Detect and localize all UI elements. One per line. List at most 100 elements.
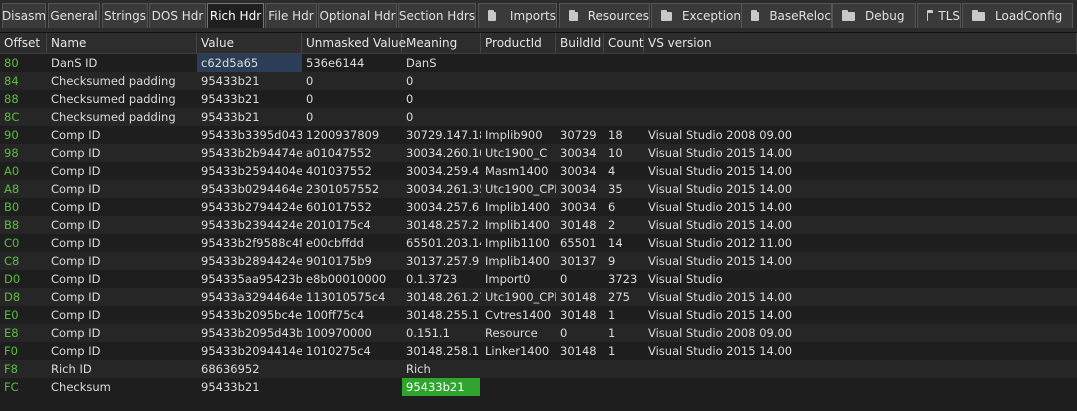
tab-rich-hdr[interactable]: Rich Hdr bbox=[207, 3, 264, 28]
cell-name: Comp ID bbox=[51, 308, 101, 322]
cell-count: 1 bbox=[608, 308, 616, 322]
cell-count: 1 bbox=[608, 344, 616, 358]
cell-value: 95433b2594404e73 bbox=[201, 164, 302, 178]
table-row[interactable]: FC Checksum 95433b21 95433b21 bbox=[0, 378, 1077, 396]
tab-loadconfig[interactable]: LoadConfig bbox=[962, 3, 1073, 28]
cell-vs-version: Visual Studio 2008 09.00 bbox=[648, 128, 793, 142]
column-header-unmasked-value[interactable]: Unmasked Value bbox=[302, 33, 406, 53]
cell-count: 6 bbox=[608, 200, 616, 214]
cell-productid: Utc1900_C bbox=[485, 146, 548, 160]
cell-offset: 84 bbox=[4, 74, 19, 88]
cell-unmasked-value: 401037552 bbox=[306, 164, 372, 178]
table-row[interactable]: B8 Comp ID 95433b2394424ee5 2010175c4 30148.… bbox=[0, 216, 1077, 234]
table-header: Offset Name Value Unmasked Value Meaning Prod… bbox=[0, 33, 1077, 54]
cell-count: 2 bbox=[608, 218, 616, 232]
cell-vs-version: Visual Studio 2015 14.00 bbox=[648, 146, 793, 160]
table-row[interactable]: 80 DanS ID c62d5a65 536e6144 DanS bbox=[0, 54, 1077, 72]
cell-meaning: 30148.257.2 bbox=[406, 218, 480, 232]
column-header-count[interactable]: Count bbox=[604, 33, 644, 53]
tab-label: TLS bbox=[938, 9, 960, 23]
table-row[interactable]: F8 Rich ID 68636952 Rich bbox=[0, 360, 1077, 378]
cell-count: 14 bbox=[608, 236, 623, 250]
table-row[interactable]: E8 Comp ID 95433b2095d43b21 100970000 0.151.… bbox=[0, 324, 1077, 342]
cell-value: c62d5a65 bbox=[197, 54, 302, 72]
column-header-meaning[interactable]: Meaning bbox=[402, 33, 481, 53]
cell-buildid: 0 bbox=[560, 272, 568, 286]
table-row[interactable]: 84 Checksumed padding 95433b21 0 0 bbox=[0, 72, 1077, 90]
tab-general[interactable]: General bbox=[48, 3, 100, 28]
cell-productid bbox=[481, 360, 556, 378]
tab-dos-hdr[interactable]: DOS Hdr bbox=[149, 3, 206, 28]
cell-meaning: 30148.258.1 bbox=[406, 344, 480, 358]
tab-exception[interactable]: Exception bbox=[651, 3, 742, 28]
cell-meaning: 65501.203.14 bbox=[406, 236, 481, 250]
cell-offset: 98 bbox=[4, 146, 19, 160]
cell-buildid bbox=[556, 360, 604, 378]
cell-productid: Linker1400 bbox=[485, 344, 550, 358]
table-row[interactable]: 88 Checksumed padding 95433b21 0 0 bbox=[0, 90, 1077, 108]
cell-offset: E0 bbox=[4, 308, 19, 322]
cell-count bbox=[604, 54, 644, 72]
cell-name: Comp ID bbox=[51, 344, 101, 358]
tab-label: Resources bbox=[587, 9, 649, 23]
column-header-offset[interactable]: Offset bbox=[0, 33, 47, 53]
cell-value: 95433b2794424e73 bbox=[201, 200, 302, 214]
cell-buildid: 30148 bbox=[560, 290, 597, 304]
table-row[interactable]: C8 Comp ID 95433b2894424e98 9010175b9 30137.… bbox=[0, 252, 1077, 270]
cell-offset: B8 bbox=[4, 218, 20, 232]
tab-basereloc[interactable]: BaseReloc bbox=[741, 3, 832, 28]
cell-value: 95433b21 bbox=[201, 110, 260, 124]
cell-offset: C8 bbox=[4, 254, 20, 268]
cell-unmasked-value: 1010275c4 bbox=[306, 344, 371, 358]
cell-offset: F8 bbox=[4, 362, 18, 376]
table-row[interactable]: B0 Comp ID 95433b2794424e73 601017552 30034.… bbox=[0, 198, 1077, 216]
cell-value: 95433b21 bbox=[201, 92, 260, 106]
cell-offset: D0 bbox=[4, 272, 21, 286]
cell-productid: Resource bbox=[485, 326, 538, 340]
cell-productid bbox=[481, 378, 556, 396]
table-row[interactable]: 98 Comp ID 95433b2b94474e73 a01047552 30034.… bbox=[0, 144, 1077, 162]
table-row[interactable]: C0 Comp ID 95433b2f9588c4fc e00cbffdd 65501.… bbox=[0, 234, 1077, 252]
table-row[interactable]: F0 Comp ID 95433b2094414ee5 1010275c4 30148.… bbox=[0, 342, 1077, 360]
column-header-name[interactable]: Name bbox=[47, 33, 197, 53]
column-header-vs-version[interactable]: VS version bbox=[644, 33, 1077, 53]
column-header-buildid[interactable]: BuildId bbox=[556, 33, 604, 53]
table-row[interactable]: 8C Checksumed padding 95433b21 0 0 bbox=[0, 108, 1077, 126]
cell-value: 95433b2394424ee5 bbox=[201, 218, 302, 232]
cell-count: 10 bbox=[608, 146, 623, 160]
tab-optional-hdr[interactable]: Optional Hdr bbox=[318, 3, 397, 28]
tab-strings[interactable]: Strings bbox=[102, 3, 148, 28]
column-header-productid[interactable]: ProductId bbox=[481, 33, 556, 53]
cell-vs-version bbox=[644, 72, 1077, 90]
cell-buildid bbox=[556, 54, 604, 72]
cell-unmasked-value: 100ff75c4 bbox=[306, 308, 365, 322]
cell-count bbox=[604, 72, 644, 90]
table-row[interactable]: E0 Comp ID 95433b2095bc4ee5 100ff75c4 30148.… bbox=[0, 306, 1077, 324]
cell-unmasked-value: 1200937809 bbox=[306, 128, 380, 142]
column-header-value[interactable]: Value bbox=[197, 33, 302, 53]
cell-value: 95433b21 bbox=[201, 380, 260, 394]
table-row[interactable]: 90 Comp ID 95433b3395d04328 1200937809 30729… bbox=[0, 126, 1077, 144]
tab-label: Optional Hdr bbox=[319, 9, 396, 23]
table-row[interactable]: A8 Comp ID 95433b0294464e73 2301057552 30034… bbox=[0, 180, 1077, 198]
tab-debug[interactable]: Debug bbox=[832, 3, 916, 28]
cell-offset: E8 bbox=[4, 326, 19, 340]
tab-resources[interactable]: Resources bbox=[559, 3, 650, 28]
cell-productid bbox=[481, 108, 556, 126]
cell-value: 95433b2f9588c4fc bbox=[201, 236, 302, 250]
cell-meaning: 0.1.3723 bbox=[406, 272, 458, 286]
tab-tls[interactable]: TLS bbox=[917, 3, 961, 28]
cell-offset: B0 bbox=[4, 200, 20, 214]
cell-vs-version bbox=[644, 360, 1077, 378]
cell-productid: Utc1900_CPP bbox=[485, 290, 556, 304]
table-row[interactable]: D8 Comp ID 95433a3294464ee5 113010575c4 3014… bbox=[0, 288, 1077, 306]
tab-disasm[interactable]: Disasm bbox=[2, 3, 46, 28]
table-row[interactable]: A0 Comp ID 95433b2594404e73 401037552 30034.… bbox=[0, 162, 1077, 180]
tab-section-hdrs[interactable]: Section Hdrs bbox=[398, 3, 476, 28]
table-row[interactable]: D0 Comp ID 954335aa95423b21 e8b00010000 0.1.… bbox=[0, 270, 1077, 288]
tab-file-hdr[interactable]: File Hdr bbox=[265, 3, 317, 28]
tab-imports[interactable]: Imports bbox=[478, 3, 557, 28]
cell-name: Checksumed padding bbox=[51, 74, 176, 88]
cell-meaning: 30034.260.10 bbox=[406, 146, 481, 160]
cell-meaning: 30034.259.4 bbox=[406, 164, 480, 178]
